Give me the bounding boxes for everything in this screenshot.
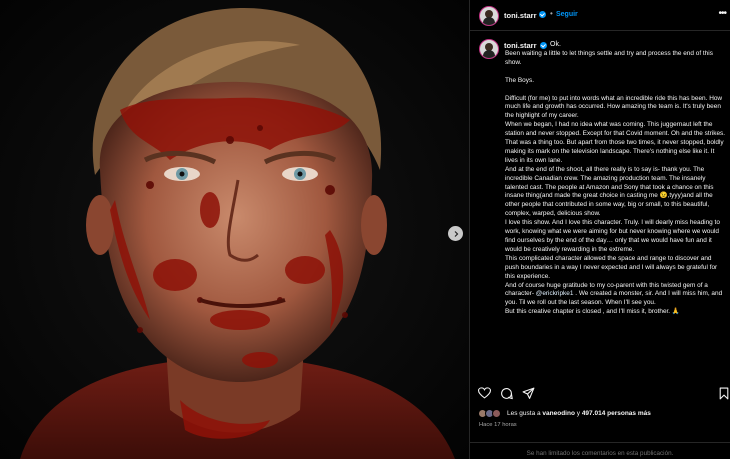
more-options-icon[interactable]: ••• — [718, 8, 726, 19]
action-bar — [470, 384, 730, 406]
heart-icon[interactable] — [478, 387, 491, 399]
likes-summary: Les gusta a vaneodino y 497.014 personas… — [478, 408, 728, 420]
follow-button[interactable]: Seguir — [556, 11, 578, 18]
caption-area: toni.starr Ok. Been waiting a little to … — [470, 31, 730, 379]
caption-line: And of course huge gratitude to my co-pa… — [505, 282, 727, 309]
caption-line: And at the end of the shoot, all there r… — [505, 165, 714, 218]
bookmark-icon[interactable] — [719, 387, 729, 400]
comments-limited-notice: Se han limitado los comentarios en esta … — [470, 442, 730, 459]
caption-line: But this creative chapter is closed , an… — [505, 308, 680, 316]
verified-badge-icon — [539, 11, 546, 18]
verified-badge-icon — [540, 42, 547, 49]
caption-first-line: Ok. — [550, 41, 561, 48]
caption-line: Been waiting a little to let things sett… — [505, 50, 713, 66]
caption-line: When we began, I had no idea what was co… — [505, 121, 726, 164]
mention-link[interactable]: @erickripke1 — [536, 290, 574, 297]
comments-limited-text: Se han limitado los comentarios en esta … — [526, 450, 674, 457]
likes-text[interactable]: Les gusta a vaneodino y 497.014 personas… — [507, 410, 651, 417]
portrait-photo — [0, 0, 469, 459]
caption-avatar[interactable] — [479, 39, 499, 59]
post-side-panel: toni.starr • Seguir ••• toni.starr Ok. B… — [469, 0, 730, 459]
caption-line: This complicated character allowed the s… — [505, 254, 718, 280]
caption-username[interactable]: toni.starr — [504, 41, 537, 50]
header-separator: • — [550, 9, 553, 18]
liker-username[interactable]: vaneodino — [542, 410, 575, 417]
likes-prefix: Les gusta a — [507, 410, 543, 417]
post-image[interactable] — [0, 0, 469, 459]
caption-text: Been waiting a little to let things sett… — [505, 50, 727, 317]
avatar[interactable] — [479, 6, 499, 26]
post-header: toni.starr • Seguir ••• — [470, 0, 730, 31]
caption-line: Difficult (for me) to put into words wha… — [505, 94, 723, 120]
caption-line: The Boys. — [505, 76, 534, 84]
liker-avatar[interactable] — [492, 409, 501, 418]
likes-count[interactable]: 497.014 personas más — [582, 410, 651, 417]
header-username[interactable]: toni.starr — [504, 11, 537, 20]
comment-icon[interactable] — [500, 387, 513, 400]
likes-conjunction: y — [574, 410, 582, 417]
caption-line: I love this show. And I love this charac… — [505, 219, 720, 253]
next-image-button[interactable] — [448, 226, 463, 241]
post-timestamp[interactable]: Hace 17 horas — [479, 422, 517, 428]
share-icon[interactable] — [522, 387, 535, 400]
chevron-right-icon — [454, 230, 458, 237]
